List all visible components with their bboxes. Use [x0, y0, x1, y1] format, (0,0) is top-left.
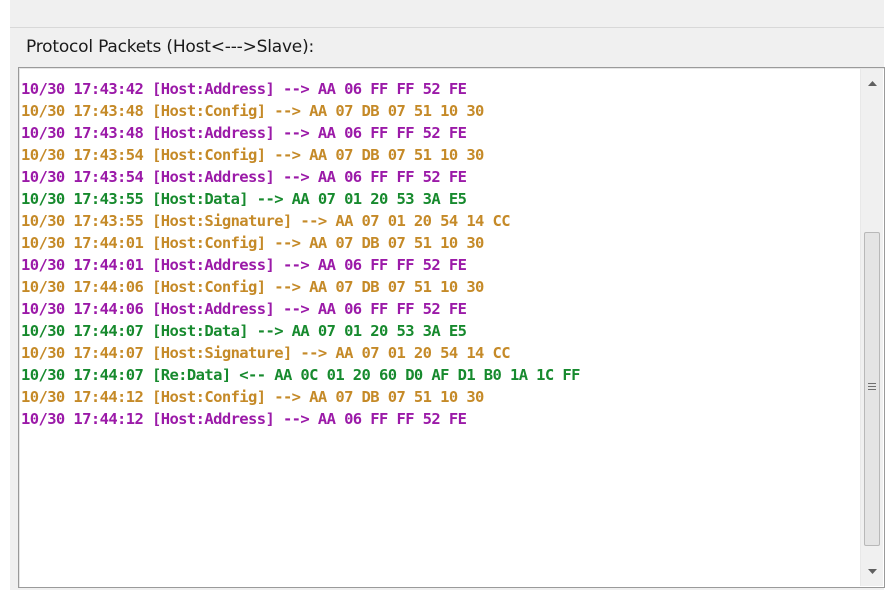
- log-line: 10/30 17:44:12 [Host:Address] --> AA 06 …: [21, 410, 467, 428]
- log-line: 10/30 17:43:54 [Host:Address] --> AA 06 …: [21, 168, 467, 186]
- log-line: 10/30 17:43:55 [Host:Data] --> AA 07 01 …: [21, 190, 467, 208]
- log-line: 10/30 17:44:07 [Host:Data] --> AA 07 01 …: [21, 322, 467, 340]
- log-line: 10/30 17:43:55 [Host:Signature] --> AA 0…: [21, 212, 511, 230]
- grip-icon: [868, 383, 876, 392]
- log-line: 10/30 17:44:07 [Host:Signature] --> AA 0…: [21, 344, 511, 362]
- scroll-up-button[interactable]: [861, 73, 883, 93]
- down-arrow-icon: [867, 569, 877, 574]
- packet-log-content: 10/30 17:43:42 [Host:Address] --> AA 06 …: [21, 78, 851, 583]
- log-line: 10/30 17:44:06 [Host:Address] --> AA 06 …: [21, 300, 467, 318]
- log-line: 10/30 17:43:54 [Host:Config] --> AA 07 D…: [21, 146, 484, 164]
- log-line: 10/30 17:44:01 [Host:Config] --> AA 07 D…: [21, 234, 484, 252]
- protocol-packets-panel: Protocol Packets (Host<--->Slave): 10/30…: [10, 0, 885, 590]
- scrollbar-thumb[interactable]: [864, 232, 880, 546]
- log-line: 10/30 17:43:48 [Host:Config] --> AA 07 D…: [21, 102, 484, 120]
- panel-title: Protocol Packets (Host<--->Slave):: [26, 37, 315, 57]
- scroll-down-button[interactable]: [861, 562, 883, 582]
- log-line: 10/30 17:43:48 [Host:Address] --> AA 06 …: [21, 124, 467, 142]
- log-line: 10/30 17:44:01 [Host:Address] --> AA 06 …: [21, 256, 467, 274]
- vertical-scrollbar[interactable]: [860, 69, 883, 586]
- packet-log[interactable]: 10/30 17:43:42 [Host:Address] --> AA 06 …: [18, 67, 885, 588]
- log-line: 10/30 17:44:12 [Host:Config] --> AA 07 D…: [21, 388, 484, 406]
- log-line: 10/30 17:44:06 [Host:Config] --> AA 07 D…: [21, 278, 484, 296]
- log-line: 10/30 17:43:42 [Host:Address] --> AA 06 …: [21, 80, 467, 98]
- panel-header: Protocol Packets (Host<--->Slave):: [10, 27, 884, 68]
- log-line: 10/30 17:44:07 [Re:Data] <-- AA 0C 01 20…: [21, 366, 580, 384]
- up-arrow-icon: [867, 81, 877, 86]
